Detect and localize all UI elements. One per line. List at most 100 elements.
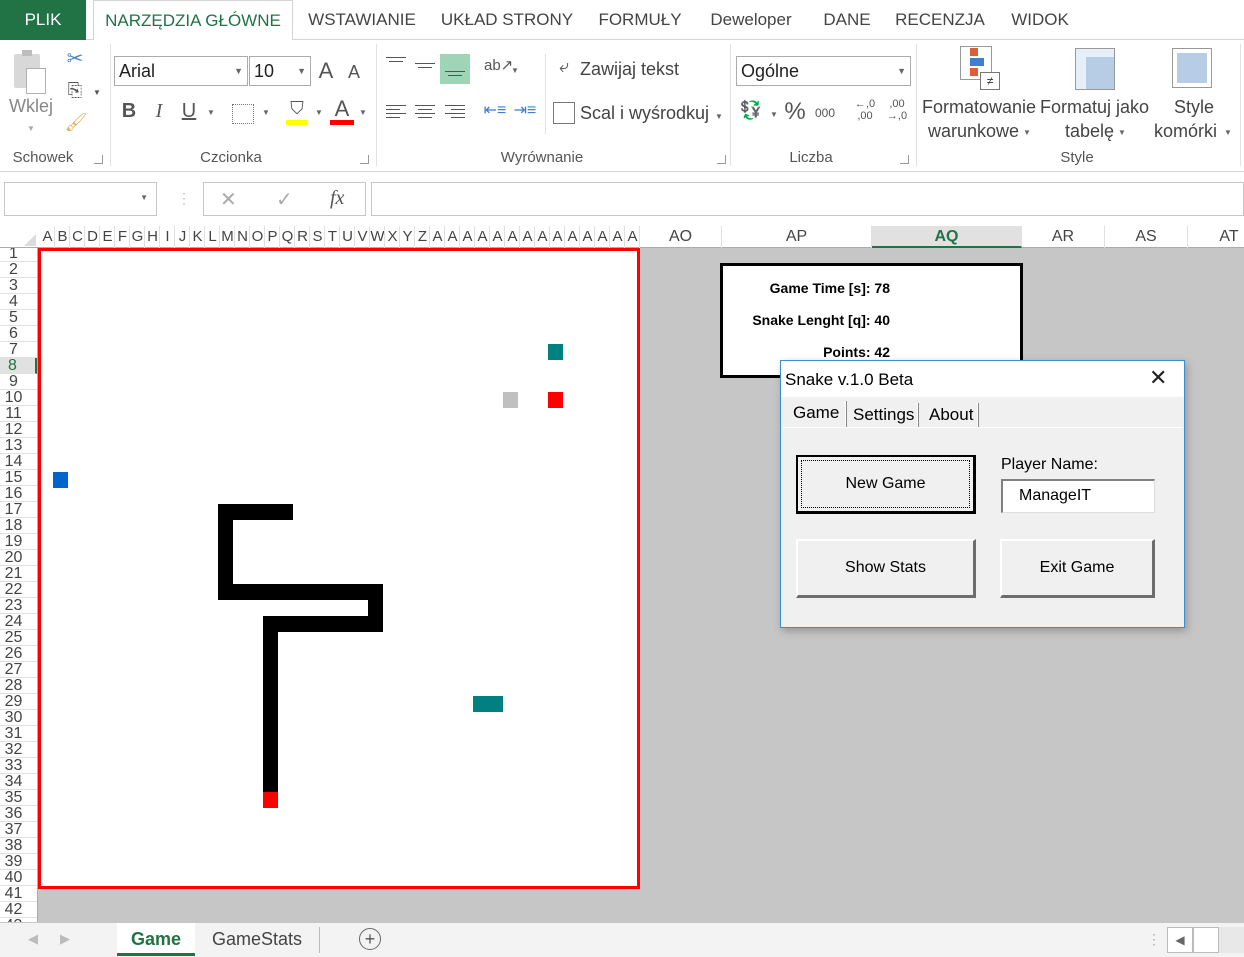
cell-styles-button[interactable]: Style	[1174, 97, 1214, 118]
row-header[interactable]: 38	[0, 838, 37, 854]
grow-font-icon[interactable]: A	[314, 58, 338, 84]
column-header[interactable]: O	[250, 226, 265, 248]
sheet-tab-gamestats[interactable]: GameStats	[198, 923, 316, 956]
fill-color-icon[interactable]: ⛉	[286, 98, 308, 119]
decrease-decimal-icon[interactable]: ,00 →,0	[884, 98, 910, 122]
column-header[interactable]: A	[460, 226, 475, 248]
align-middle-icon[interactable]	[415, 60, 435, 71]
row-header[interactable]: 29	[0, 694, 37, 710]
merge-center-icon[interactable]	[553, 102, 575, 124]
borders-dropdown-icon[interactable]: ▼	[262, 108, 270, 117]
cell-styles-label2[interactable]: komórki	[1154, 121, 1217, 142]
row-header[interactable]: 22	[0, 582, 37, 598]
column-header[interactable]: J	[175, 226, 190, 248]
column-header[interactable]: A	[595, 226, 610, 248]
column-header[interactable]: A	[505, 226, 520, 248]
column-header[interactable]: M	[220, 226, 235, 248]
column-header[interactable]: R	[295, 226, 310, 248]
column-header[interactable]: A	[475, 226, 490, 248]
column-header[interactable]: A	[565, 226, 580, 248]
conditional-formatting-button[interactable]: Formatowanie	[922, 97, 1036, 118]
row-header[interactable]: 35	[0, 790, 37, 806]
conditional-formatting-icon[interactable]: ≠	[958, 46, 1002, 92]
row-header-selected[interactable]: 8	[0, 358, 37, 374]
column-header[interactable]: AP	[722, 226, 872, 248]
row-header[interactable]: 1	[0, 248, 37, 262]
dialog-tab-game[interactable]: Game	[787, 399, 845, 427]
row-header[interactable]: 3	[0, 278, 37, 294]
row-header[interactable]: 31	[0, 726, 37, 742]
column-header[interactable]: B	[55, 226, 70, 248]
format-as-table-icon[interactable]	[1075, 48, 1115, 90]
column-header[interactable]: Z	[415, 226, 430, 248]
row-header[interactable]: 34	[0, 774, 37, 790]
column-header[interactable]: AS	[1105, 226, 1188, 248]
conditional-formatting-label2[interactable]: warunkowe	[928, 121, 1019, 142]
enter-icon[interactable]: ✓	[276, 187, 293, 212]
row-header[interactable]: 27	[0, 662, 37, 678]
column-header[interactable]: A	[520, 226, 535, 248]
insert-function-icon[interactable]: fx	[330, 187, 344, 210]
row-header[interactable]: 30	[0, 710, 37, 726]
column-header[interactable]: A	[430, 226, 445, 248]
merge-dropdown-icon[interactable]: ▼	[715, 112, 723, 121]
column-header[interactable]: A	[40, 226, 55, 248]
row-header[interactable]: 32	[0, 742, 37, 758]
format-as-table-label2[interactable]: tabelę	[1065, 121, 1114, 142]
row-header[interactable]: 28	[0, 678, 37, 694]
paste-label[interactable]: Wklej	[9, 96, 53, 117]
column-header[interactable]: AO	[640, 226, 722, 248]
horizontal-scrollbar-track[interactable]	[1219, 927, 1244, 953]
row-header[interactable]: 26	[0, 646, 37, 662]
orientation-dropdown-icon[interactable]: ▼	[511, 66, 519, 75]
tab-developer[interactable]: Deweloper	[700, 0, 802, 40]
horizontal-scrollbar-thumb[interactable]	[1193, 927, 1219, 953]
column-header[interactable]: V	[355, 226, 370, 248]
font-color-dropdown-icon[interactable]: ▼	[359, 108, 367, 117]
tab-page-layout[interactable]: UKŁAD STRONY	[432, 0, 582, 40]
row-header[interactable]: 13	[0, 438, 37, 454]
increase-indent-icon[interactable]: ⇥≡	[512, 100, 538, 120]
row-header[interactable]: 24	[0, 614, 37, 630]
format-as-table-button[interactable]: Formatuj jako	[1040, 97, 1149, 118]
row-header[interactable]: 39	[0, 854, 37, 870]
row-header[interactable]: 19	[0, 534, 37, 550]
column-header[interactable]: N	[235, 226, 250, 248]
orientation-icon[interactable]: ab↗	[484, 56, 513, 74]
paste-button[interactable]	[12, 48, 52, 98]
alignment-launcher-icon[interactable]	[717, 155, 726, 164]
select-all-icon[interactable]	[24, 234, 36, 246]
row-header[interactable]: 18	[0, 518, 37, 534]
tab-file[interactable]: PLIK	[0, 0, 86, 40]
formula-input[interactable]	[371, 182, 1244, 216]
new-game-button[interactable]: New Game	[796, 455, 976, 514]
column-header[interactable]: A	[550, 226, 565, 248]
borders-icon[interactable]	[232, 104, 254, 124]
align-right-icon[interactable]	[445, 102, 465, 121]
wrap-text-icon[interactable]: ⤶	[552, 56, 576, 77]
number-launcher-icon[interactable]	[900, 155, 909, 164]
tab-review[interactable]: RECENZJA	[890, 0, 990, 40]
wrap-text-button[interactable]: Zawijaj tekst	[580, 59, 679, 80]
row-header[interactable]: 15	[0, 470, 37, 486]
row-header[interactable]: 25	[0, 630, 37, 646]
tab-formulas[interactable]: FORMUŁY	[590, 0, 690, 40]
font-name-combo[interactable]: Arial ▼	[114, 56, 248, 86]
row-header[interactable]: 10	[0, 390, 37, 406]
exit-game-button[interactable]: Exit Game	[1000, 539, 1155, 598]
splitter-handle-icon[interactable]: ⋮	[1147, 931, 1161, 948]
dialog-titlebar[interactable]: Snake v.1.0 Beta ✕	[781, 361, 1184, 397]
row-header[interactable]: 12	[0, 422, 37, 438]
underline-dropdown-icon[interactable]: ▼	[207, 108, 215, 117]
copy-dropdown-icon[interactable]: ▼	[93, 88, 101, 97]
column-header[interactable]: G	[130, 226, 145, 248]
player-name-input[interactable]: ManageIT	[1001, 479, 1155, 513]
row-header[interactable]: 17	[0, 502, 37, 518]
chevron-down-icon[interactable]: ▼	[1224, 128, 1232, 137]
column-header[interactable]: A	[610, 226, 625, 248]
align-top-icon[interactable]	[386, 54, 406, 65]
row-header[interactable]: 5	[0, 310, 37, 326]
row-header[interactable]: 4	[0, 294, 37, 310]
underline-button[interactable]: U	[178, 100, 200, 123]
row-header[interactable]: 14	[0, 454, 37, 470]
